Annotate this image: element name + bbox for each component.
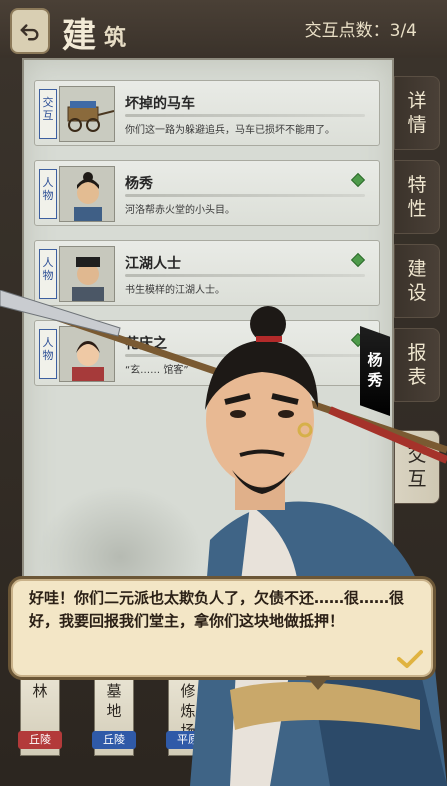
card-divider [125,194,365,197]
tab-details[interactable]: 详情 [394,76,440,150]
dialog-tail [306,676,330,690]
carriage-portrait [59,86,115,142]
green-gem-icon [350,252,366,268]
tab-traits[interactable]: 特性 [394,160,440,234]
yangxiu-portrait [59,166,115,222]
card-desc: 河洛帮赤火堂的小头目。 [125,205,235,216]
card-desc: 你们这一路为躲避追兵，马车已损坏不能用了。 [125,125,335,136]
speaker-name-banner: 杨秀 [360,326,390,416]
card-yangxiu[interactable]: 人物 杨秀 河洛帮赤火堂的小头目。 [34,160,380,226]
back-button[interactable] [10,8,50,54]
card-name: 江湖人士 [125,256,181,272]
green-gem-icon [350,172,366,188]
back-arrow-icon [20,24,39,41]
header-bar: 建 筑 交互点数：3/4 [0,0,447,58]
interaction-points: 交互点数：3/4 [304,21,417,41]
card-tag: 交互 [39,89,57,139]
card-divider [125,274,365,277]
page-title-sub: 筑 [104,25,127,51]
card-name: 坏掉的马车 [125,96,195,112]
dialog-text: 好哇！你们二元派也太欺负人了，欠债不还……很……很好，我要回报我们堂主，拿你们这… [29,589,405,630]
card-divider [125,114,365,117]
card-tag: 人物 [39,169,57,219]
card-name: 杨秀 [125,176,153,192]
page-title-main: 建 [62,16,96,56]
card-broken-carriage[interactable]: 交互 坏掉的马车 你们这一路为躲避追兵，马车已损坏不能用了。 [34,80,380,146]
checkmark-icon[interactable] [397,649,423,669]
game-screen: 建 筑 交互点数：3/4 交互 坏掉的马车 你们这一路为躲避追兵，马车已损坏不能… [0,0,447,786]
dialog-box[interactable]: 好哇！你们二元派也太欺负人了，欠债不还……很……很好，我要回报我们堂主，拿你们这… [8,576,436,680]
